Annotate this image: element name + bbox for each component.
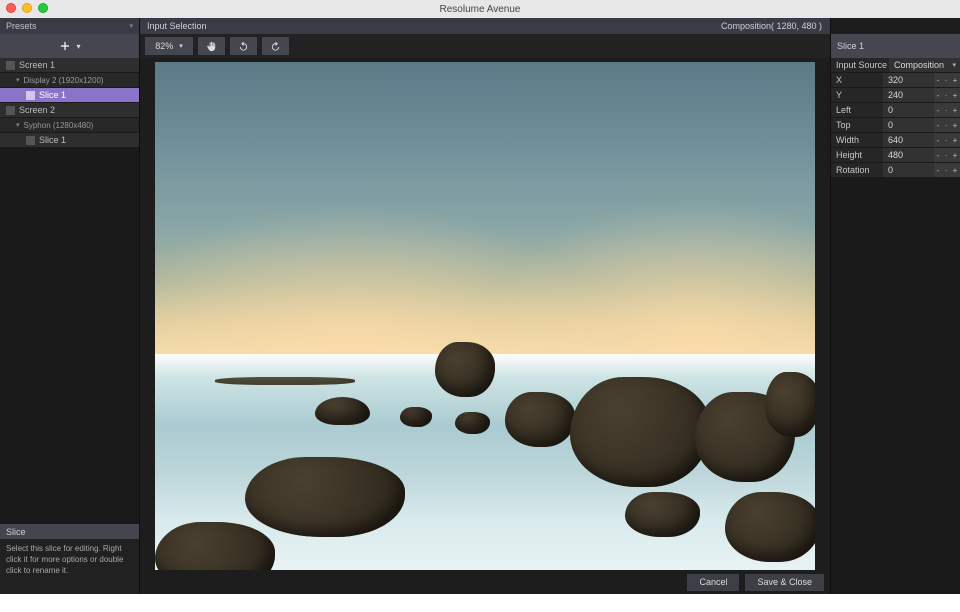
zoom-dropdown[interactable]: 82% ▾ <box>145 37 193 55</box>
tree-label: Screen 2 <box>19 105 55 115</box>
hand-icon <box>206 41 217 52</box>
tree-label: Syphon (1280x480) <box>24 121 94 130</box>
prop-value-input[interactable]: 480 <box>883 148 934 162</box>
properties-panel: Slice 1 Input Source Composition ▾ X 320… <box>830 18 960 594</box>
tree-display[interactable]: ▾ Syphon (1280x480) <box>0 118 139 133</box>
help-title: Slice <box>6 527 26 537</box>
center-panel: Input Selection Composition( 1280, 480 )… <box>140 18 830 594</box>
chevron-down-icon: ▾ <box>952 61 956 69</box>
zoom-value: 82% <box>155 41 173 51</box>
prop-row-rotation: Rotation 0 -·+ <box>831 163 960 178</box>
prop-label: Top <box>831 120 883 130</box>
add-preset-button[interactable]: ▾ <box>0 34 139 58</box>
tree-display[interactable]: ▾ Display 2 (1920x1200) <box>0 73 139 88</box>
prop-stepper[interactable]: -·+ <box>934 163 960 177</box>
redo-icon <box>270 41 281 52</box>
chevron-down-icon: ▾ <box>179 42 183 50</box>
prop-row-width: Width 640 -·+ <box>831 133 960 148</box>
undo-button[interactable] <box>230 37 257 55</box>
screen-icon <box>6 61 15 70</box>
prop-stepper[interactable]: -·+ <box>934 118 960 132</box>
slice-title: Slice 1 <box>837 41 864 51</box>
prop-value-input[interactable]: 320 <box>883 73 934 87</box>
input-source-row[interactable]: Input Source Composition ▾ <box>831 58 960 73</box>
tree-screen[interactable]: Screen 2 <box>0 103 139 118</box>
tree-slice[interactable]: Slice 1 <box>0 88 139 103</box>
chevron-down-icon: ▾ <box>76 42 80 51</box>
prop-value-input[interactable]: 0 <box>883 163 934 177</box>
tree-label: Display 2 (1920x1200) <box>24 76 104 85</box>
center-toolbar: 82% ▾ <box>140 34 830 58</box>
tree-slice[interactable]: Slice 1 <box>0 133 139 148</box>
prop-label: Y <box>831 90 883 100</box>
close-window-icon[interactable] <box>6 3 16 13</box>
help-text: Select this slice for editing. Right cli… <box>0 539 139 594</box>
save-close-button[interactable]: Save & Close <box>745 574 824 591</box>
center-header: Input Selection Composition( 1280, 480 ) <box>140 18 830 34</box>
undo-icon <box>238 41 249 52</box>
tree-label: Slice 1 <box>39 135 66 145</box>
tree-label: Screen 1 <box>19 60 55 70</box>
prop-value-input[interactable]: 240 <box>883 88 934 102</box>
canvas-area[interactable] <box>140 58 830 570</box>
prop-label: Height <box>831 150 883 160</box>
prop-row-height: Height 480 -·+ <box>831 148 960 163</box>
prop-label: Width <box>831 135 883 145</box>
prop-row-left: Left 0 -·+ <box>831 103 960 118</box>
cancel-button[interactable]: Cancel <box>687 574 739 591</box>
input-source-dropdown[interactable]: Composition ▾ <box>889 58 960 72</box>
prop-row-x: X 320 -·+ <box>831 73 960 88</box>
prop-stepper[interactable]: -·+ <box>934 148 960 162</box>
chevron-down-icon: ▾ <box>129 22 133 30</box>
prop-stepper[interactable]: -·+ <box>934 73 960 87</box>
slice-icon <box>26 136 35 145</box>
input-source-label: Input Source <box>831 60 889 70</box>
triangle-down-icon: ▾ <box>16 121 20 129</box>
zoom-window-icon[interactable] <box>38 3 48 13</box>
window-controls <box>6 3 48 13</box>
prop-label: Left <box>831 105 883 115</box>
prop-stepper[interactable]: -·+ <box>934 103 960 117</box>
prop-value-input[interactable]: 0 <box>883 118 934 132</box>
help-header: Slice <box>0 524 139 539</box>
prop-row-y: Y 240 -·+ <box>831 88 960 103</box>
plus-icon <box>58 39 72 53</box>
prop-stepper[interactable]: -·+ <box>934 133 960 147</box>
minimize-window-icon[interactable] <box>22 3 32 13</box>
app-title: Resolume Avenue <box>440 4 521 15</box>
prop-label: X <box>831 75 883 85</box>
prop-label: Rotation <box>831 165 883 175</box>
presets-header[interactable]: Presets ▾ <box>0 18 139 34</box>
footer-buttons: Cancel Save & Close <box>140 570 830 594</box>
redo-button[interactable] <box>262 37 289 55</box>
pan-tool-button[interactable] <box>198 37 225 55</box>
prop-row-top: Top 0 -·+ <box>831 118 960 133</box>
screen-icon <box>6 106 15 115</box>
center-title: Input Selection <box>140 21 214 31</box>
preview-image <box>155 62 815 570</box>
tree-label: Slice 1 <box>39 90 66 100</box>
title-bar: Resolume Avenue <box>0 0 960 18</box>
output-tree: Screen 1 ▾ Display 2 (1920x1200) Slice 1… <box>0 58 139 524</box>
presets-header-label: Presets <box>6 21 37 31</box>
prop-value-input[interactable]: 640 <box>883 133 934 147</box>
tree-screen[interactable]: Screen 1 <box>0 58 139 73</box>
input-source-value: Composition <box>894 60 944 70</box>
slice-icon <box>26 91 35 100</box>
triangle-down-icon: ▾ <box>16 76 20 84</box>
prop-value-input[interactable]: 0 <box>883 103 934 117</box>
prop-stepper[interactable]: -·+ <box>934 88 960 102</box>
sidebar: Presets ▾ ▾ Screen 1 ▾ Display 2 (1920x1… <box>0 18 140 594</box>
slice-header: Slice 1 <box>831 34 960 58</box>
composition-info: Composition( 1280, 480 ) <box>721 21 830 31</box>
